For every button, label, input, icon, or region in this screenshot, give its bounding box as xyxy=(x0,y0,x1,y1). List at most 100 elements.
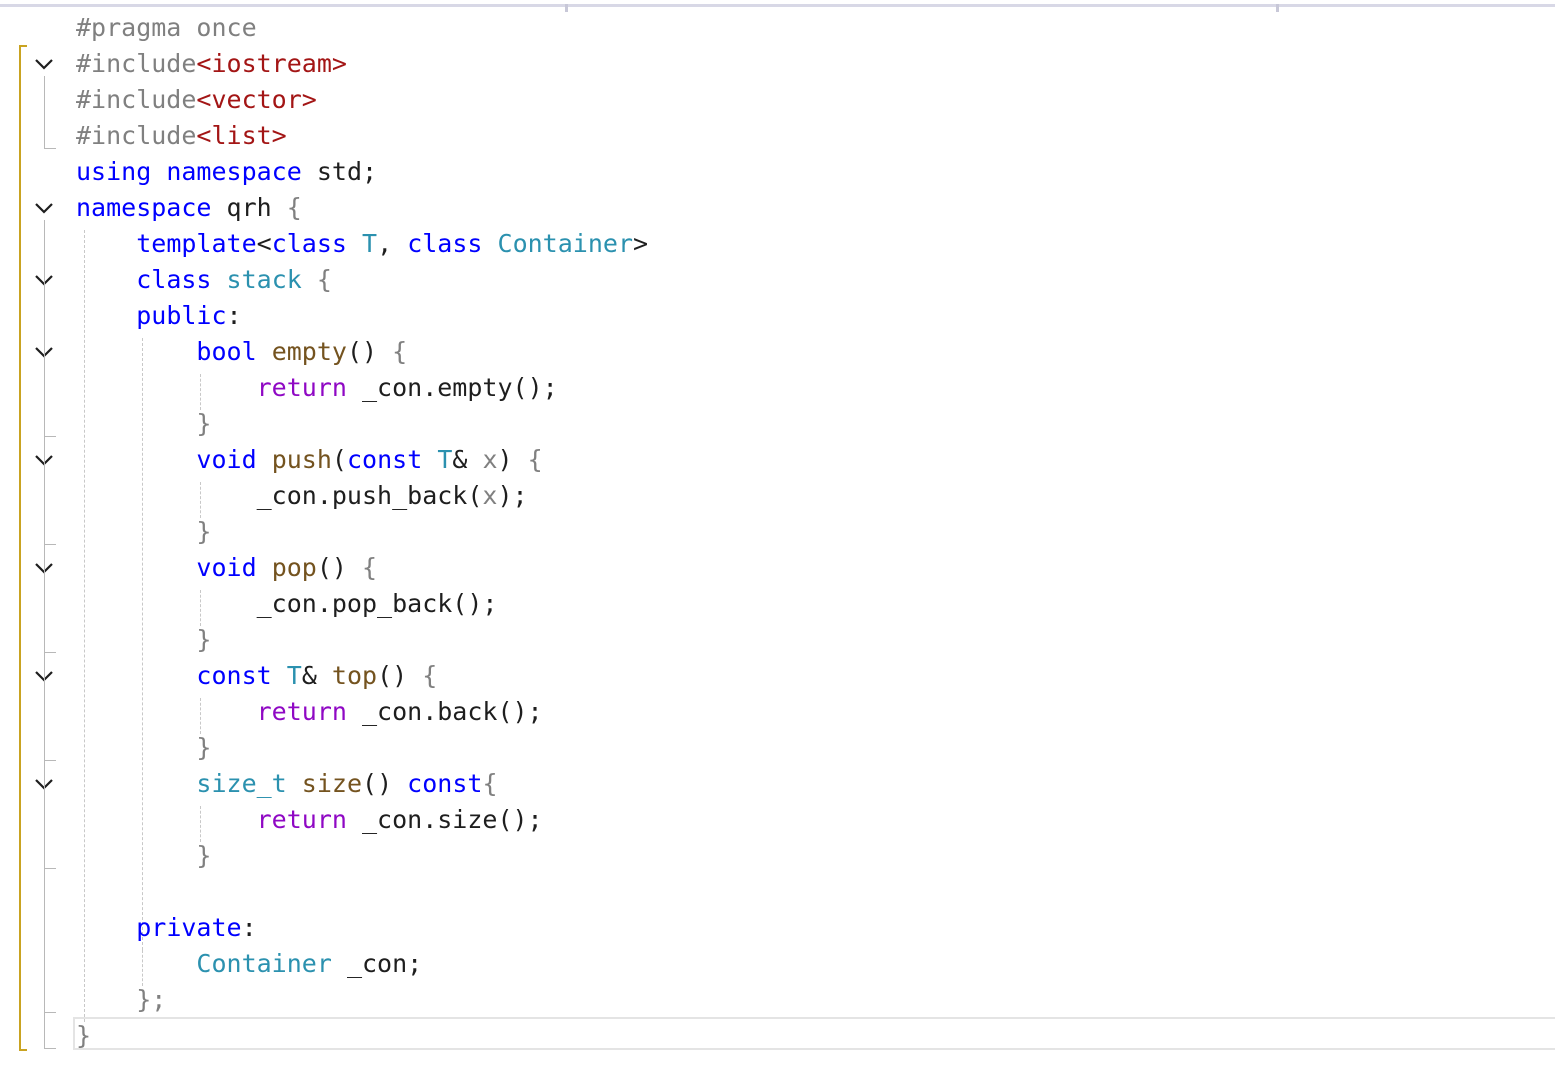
code-token: bool xyxy=(196,337,257,366)
code-token: const xyxy=(346,445,423,474)
code-line[interactable]: namespace qrh { xyxy=(76,190,302,226)
code-token: } xyxy=(76,1021,92,1050)
code-token: () xyxy=(346,337,393,366)
code-line[interactable]: #pragma once xyxy=(76,10,257,46)
code-token: <vector> xyxy=(196,85,317,114)
code-line[interactable]: _con.pop_back(); xyxy=(76,586,498,622)
code-token: _con. xyxy=(346,373,438,402)
code-token: top xyxy=(331,661,378,690)
code-token: public xyxy=(136,301,227,330)
code-line[interactable]: } xyxy=(76,1018,91,1054)
code-line[interactable]: template<class T, class Container> xyxy=(76,226,648,262)
code-token: : xyxy=(241,913,257,942)
code-line[interactable]: size_t size() const{ xyxy=(76,766,497,802)
chevron-down-icon[interactable] xyxy=(33,197,55,219)
code-line[interactable]: } xyxy=(76,838,211,874)
code-token: return xyxy=(256,697,347,726)
code-token: } xyxy=(196,733,212,762)
code-token: x xyxy=(482,481,498,510)
code-token: #include xyxy=(76,85,197,114)
code-token: _con.push_back( xyxy=(256,481,483,510)
code-line[interactable]: Container _con; xyxy=(76,946,422,982)
code-token: void xyxy=(196,445,257,474)
code-token: < xyxy=(256,229,272,258)
tab-divider xyxy=(565,4,568,12)
code-token: using xyxy=(76,157,152,186)
chevron-down-icon[interactable] xyxy=(33,53,55,75)
code-line[interactable]: } xyxy=(76,730,211,766)
code-line[interactable]: bool empty() { xyxy=(76,334,407,370)
code-token: const xyxy=(407,769,483,798)
code-token: Container xyxy=(196,949,332,978)
fold-region-end xyxy=(44,544,56,545)
tab-strip-border xyxy=(0,4,1555,12)
code-token: _con.pop_back(); xyxy=(256,589,498,618)
code-line[interactable]: const T& top() { xyxy=(76,658,437,694)
code-line[interactable]: using namespace std; xyxy=(76,154,377,190)
code-line[interactable]: return _con.back(); xyxy=(76,694,543,730)
fold-region-line xyxy=(44,796,45,868)
code-token: #pragma once xyxy=(76,13,257,42)
fold-region-end xyxy=(44,148,56,149)
code-token: : xyxy=(226,301,242,330)
code-line[interactable]: #include<list> xyxy=(76,118,287,154)
code-token: }; xyxy=(136,985,167,1014)
code-line[interactable]: return _con.size(); xyxy=(76,802,543,838)
fold-region-line xyxy=(44,688,45,760)
code-line[interactable]: } xyxy=(76,406,211,442)
code-line[interactable]: }; xyxy=(76,982,166,1018)
code-line[interactable]: } xyxy=(76,622,211,658)
fold-region-end xyxy=(44,868,56,869)
code-token: private xyxy=(136,913,242,942)
code-token: ) xyxy=(497,445,528,474)
code-token: { xyxy=(392,337,408,366)
code-token: return xyxy=(256,373,347,402)
code-line[interactable]: #include<vector> xyxy=(76,82,317,118)
fold-region-line xyxy=(44,76,45,148)
code-token: () xyxy=(316,553,363,582)
code-line[interactable]: void push(const T& x) { xyxy=(76,442,542,478)
code-line[interactable]: class stack { xyxy=(76,262,332,298)
code-token: const xyxy=(196,661,272,690)
code-token: () xyxy=(362,769,408,798)
code-token: #include xyxy=(76,49,197,78)
code-token: qrh xyxy=(211,193,287,222)
code-token: class xyxy=(136,265,212,294)
code-line[interactable]: _con.push_back(x); xyxy=(76,478,528,514)
code-token: T xyxy=(362,229,378,258)
code-line[interactable]: private: xyxy=(76,910,257,946)
code-token: T xyxy=(437,445,453,474)
code-line[interactable]: void pop() { xyxy=(76,550,377,586)
code-token: <iostream> xyxy=(196,49,347,78)
fold-region-end xyxy=(44,1012,56,1013)
fold-region-end xyxy=(44,760,56,761)
code-line[interactable]: public: xyxy=(76,298,242,334)
code-editor[interactable]: #pragma once #include<iostream> #include<v… xyxy=(0,0,1555,1077)
code-token: _con.back(); xyxy=(346,697,543,726)
code-line[interactable]: } xyxy=(76,514,211,550)
code-token: namespace xyxy=(76,193,212,222)
code-line[interactable]: return _con.empty(); xyxy=(76,370,558,406)
code-line[interactable]: #include<iostream> xyxy=(76,46,347,82)
